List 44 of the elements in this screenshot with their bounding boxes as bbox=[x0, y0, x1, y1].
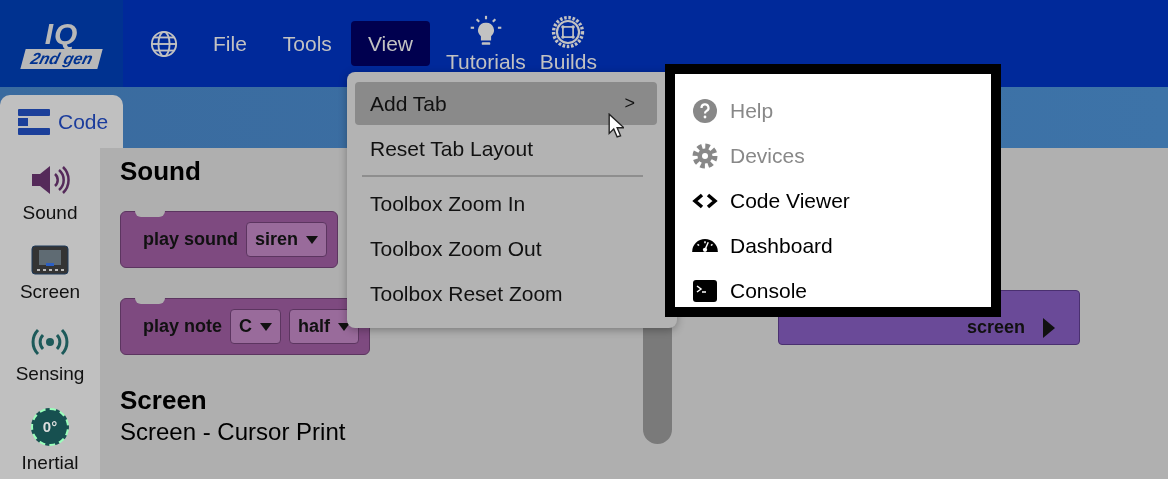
dial-icon[interactable]: 0° bbox=[31, 407, 69, 446]
cursor-icon bbox=[608, 113, 624, 138]
play-icon bbox=[1043, 317, 1056, 338]
code-block[interactable]: play note C half bbox=[120, 298, 371, 355]
logo-subtitle: 2nd gen bbox=[20, 48, 103, 69]
blocks-icon bbox=[18, 108, 50, 135]
submenu-arrow: > bbox=[624, 93, 635, 114]
menu-item[interactable]: Toolbox Zoom Out bbox=[355, 227, 657, 270]
globe-icon[interactable] bbox=[150, 29, 178, 58]
category-label[interactable]: Inertial bbox=[21, 451, 79, 474]
code-block[interactable]: play sound siren bbox=[120, 211, 339, 268]
block-dropdown[interactable]: C bbox=[230, 309, 281, 344]
caret-icon bbox=[306, 235, 319, 244]
menu-button[interactable]: File bbox=[196, 21, 264, 66]
caret-icon bbox=[338, 322, 351, 331]
category-label[interactable]: Sensing bbox=[15, 362, 85, 385]
caret-icon bbox=[260, 322, 272, 331]
speaker-icon[interactable] bbox=[30, 164, 70, 196]
submenu-item[interactable]: Code Viewer bbox=[692, 178, 991, 223]
settings-icon bbox=[692, 142, 718, 169]
gauge-icon bbox=[692, 238, 718, 253]
signal-icon[interactable] bbox=[30, 326, 70, 357]
terminal-icon bbox=[692, 277, 718, 304]
submenu-item[interactable]: Dashboard bbox=[692, 223, 991, 268]
category-label[interactable]: Screen bbox=[19, 281, 81, 304]
block-label: screen bbox=[967, 317, 1026, 338]
block-dropdown[interactable]: siren bbox=[246, 222, 328, 257]
category-label[interactable]: Sound bbox=[22, 202, 78, 224]
block-dropdown[interactable]: half bbox=[289, 309, 360, 344]
section-heading: Screen bbox=[120, 385, 208, 416]
menu-item[interactable]: Toolbox Zoom In bbox=[355, 182, 657, 225]
brain-screen-icon[interactable] bbox=[31, 245, 69, 276]
section-subheading: Screen - Cursor Print bbox=[120, 418, 347, 446]
code-tab[interactable]: Code bbox=[0, 95, 123, 148]
menu-item[interactable]: Add Tab > bbox=[355, 82, 657, 125]
logo-text: IQ bbox=[44, 18, 79, 49]
help-icon bbox=[692, 97, 718, 124]
menu-item[interactable]: Reset Tab Layout bbox=[355, 127, 657, 170]
block-label: play sound bbox=[143, 229, 238, 250]
block-label: play note bbox=[143, 316, 222, 337]
menu-button[interactable]: Tools bbox=[265, 21, 349, 66]
menu-button[interactable]: View bbox=[350, 21, 430, 66]
dial-reading: 0° bbox=[42, 418, 58, 436]
section-heading: Sound bbox=[120, 156, 202, 187]
